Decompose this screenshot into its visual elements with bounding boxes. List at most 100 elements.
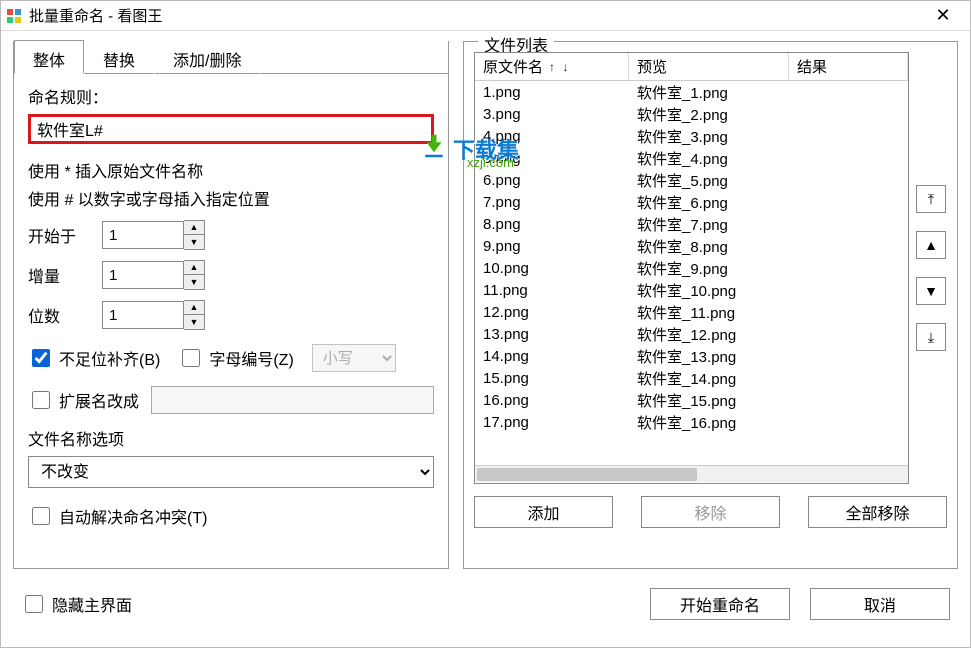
cell-result bbox=[789, 267, 908, 269]
digits-input[interactable] bbox=[102, 301, 184, 329]
cell-original: 11.png bbox=[475, 281, 629, 300]
cancel-button[interactable]: 取消 bbox=[810, 588, 950, 620]
start-up-button[interactable]: ▲ bbox=[184, 221, 204, 235]
cell-preview: 软件室_7.png bbox=[629, 213, 789, 236]
table-row[interactable]: 14.png软件室_13.png bbox=[475, 345, 908, 367]
list-container: 原文件名 ↑ ↓ 预览 结果 1.png软件室_1.png3.png软件室_2.… bbox=[474, 52, 947, 484]
table-row[interactable]: 1.png软件室_1.png bbox=[475, 81, 908, 103]
reorder-buttons: ⤒ ▲ ▼ ⤓ bbox=[915, 52, 947, 484]
step-input[interactable] bbox=[102, 261, 184, 289]
ext-input[interactable] bbox=[151, 386, 434, 414]
digits-down-button[interactable]: ▼ bbox=[184, 315, 204, 329]
cell-original: 16.png bbox=[475, 391, 629, 410]
digits-label: 位数 bbox=[28, 303, 84, 327]
move-down-button[interactable]: ▼ bbox=[916, 277, 946, 305]
cell-original: 15.png bbox=[475, 369, 629, 388]
move-down-icon: ▼ bbox=[924, 283, 938, 299]
col-original[interactable]: 原文件名 ↑ ↓ bbox=[475, 53, 629, 80]
start-down-button[interactable]: ▼ bbox=[184, 235, 204, 249]
scrollbar-thumb[interactable] bbox=[477, 468, 697, 481]
autoresolve-checkbox-input[interactable] bbox=[32, 507, 50, 525]
ext-checkbox-input[interactable] bbox=[32, 391, 50, 409]
table-row[interactable]: 6.png软件室_5.png bbox=[475, 169, 908, 191]
autoresolve-checkbox[interactable]: 自动解决命名冲突(T) bbox=[28, 504, 207, 528]
col-preview[interactable]: 预览 bbox=[629, 53, 789, 80]
nameopt-select[interactable]: 不改变 bbox=[28, 456, 434, 488]
cell-preview: 软件室_16.png bbox=[629, 411, 789, 434]
col-result[interactable]: 结果 bbox=[789, 53, 908, 80]
pad-checkbox[interactable]: 不足位补齐(B) bbox=[28, 346, 160, 370]
remove-button[interactable]: 移除 bbox=[641, 496, 780, 528]
ext-checkbox[interactable]: 扩展名改成 bbox=[28, 388, 139, 412]
alpha-checkbox-input[interactable] bbox=[182, 349, 200, 367]
table-row[interactable]: 15.png软件室_14.png bbox=[475, 367, 908, 389]
cell-original: 7.png bbox=[475, 193, 629, 212]
cell-preview: 软件室_13.png bbox=[629, 345, 789, 368]
move-up-button[interactable]: ▲ bbox=[916, 231, 946, 259]
left-panel: 整体 替换 添加/删除 命名规则： 使用 * 插入原始文件名称 使用 # 以数字… bbox=[13, 41, 449, 569]
table-row[interactable]: 9.png软件室_8.png bbox=[475, 235, 908, 257]
row-checkboxes: 不足位补齐(B) 字母编号(Z) 小写 bbox=[28, 344, 434, 372]
case-select[interactable]: 小写 bbox=[312, 344, 396, 372]
table-row[interactable]: 16.png软件室_15.png bbox=[475, 389, 908, 411]
step-down-button[interactable]: ▼ bbox=[184, 275, 204, 289]
cell-original: 13.png bbox=[475, 325, 629, 344]
window-title: 批量重命名 - 看图王 bbox=[29, 5, 162, 26]
close-icon: ✕ bbox=[935, 5, 950, 26]
table-row[interactable]: 12.png软件室_11.png bbox=[475, 301, 908, 323]
hide-main-checkbox-input[interactable] bbox=[25, 595, 43, 613]
cell-preview: 软件室_4.png bbox=[629, 147, 789, 170]
step-up-button[interactable]: ▲ bbox=[184, 261, 204, 275]
app-icon bbox=[5, 7, 23, 25]
pad-checkbox-input[interactable] bbox=[32, 349, 50, 367]
add-button[interactable]: 添加 bbox=[474, 496, 613, 528]
tabs: 整体 替换 添加/删除 bbox=[14, 40, 448, 74]
table-body[interactable]: 1.png软件室_1.png3.png软件室_2.png4.png软件室_3.p… bbox=[475, 81, 908, 465]
bottom-bar: 隐藏主界面 开始重命名 取消 bbox=[1, 577, 970, 631]
tab-replace[interactable]: 替换 bbox=[84, 40, 154, 74]
cell-original: 8.png bbox=[475, 215, 629, 234]
sort-icons[interactable]: ↑ ↓ bbox=[549, 60, 570, 74]
table-row[interactable]: 17.png软件室_16.png bbox=[475, 411, 908, 433]
hide-main-checkbox[interactable]: 隐藏主界面 bbox=[21, 592, 132, 616]
table-row[interactable]: 13.png软件室_12.png bbox=[475, 323, 908, 345]
cell-preview: 软件室_11.png bbox=[629, 301, 789, 324]
table-row[interactable]: 4.png软件室_3.png bbox=[475, 125, 908, 147]
table-row[interactable]: 3.png软件室_2.png bbox=[475, 103, 908, 125]
table-row[interactable]: 8.png软件室_7.png bbox=[475, 213, 908, 235]
cell-result bbox=[789, 311, 908, 313]
filelist-fieldset: 文件列表 原文件名 ↑ ↓ 预览 结果 1.png软件室_1.png3.png软… bbox=[463, 41, 958, 569]
tab-add-remove[interactable]: 添加/删除 bbox=[154, 40, 260, 74]
digits-up-button[interactable]: ▲ bbox=[184, 301, 204, 315]
cell-result bbox=[789, 333, 908, 335]
cell-result bbox=[789, 245, 908, 247]
remove-all-button[interactable]: 全部移除 bbox=[808, 496, 947, 528]
table-row[interactable]: 11.png软件室_10.png bbox=[475, 279, 908, 301]
row-digits: 位数 ▲ ▼ bbox=[28, 300, 434, 330]
naming-rule-input[interactable] bbox=[28, 114, 434, 144]
tab-whole[interactable]: 整体 bbox=[14, 40, 84, 74]
cell-result bbox=[789, 179, 908, 181]
cell-result bbox=[789, 289, 908, 291]
table-row[interactable]: 7.png软件室_6.png bbox=[475, 191, 908, 213]
move-bottom-button[interactable]: ⤓ bbox=[916, 323, 946, 351]
cell-preview: 软件室_5.png bbox=[629, 169, 789, 192]
start-rename-button[interactable]: 开始重命名 bbox=[650, 588, 790, 620]
start-label: 开始于 bbox=[28, 223, 84, 247]
close-button[interactable]: ✕ bbox=[920, 1, 966, 31]
ext-label: 扩展名改成 bbox=[59, 388, 139, 412]
cell-result bbox=[789, 113, 908, 115]
hide-main-label: 隐藏主界面 bbox=[52, 592, 132, 616]
horizontal-scrollbar[interactable] bbox=[475, 465, 908, 482]
file-table: 原文件名 ↑ ↓ 预览 结果 1.png软件室_1.png3.png软件室_2.… bbox=[474, 52, 909, 484]
alpha-checkbox[interactable]: 字母编号(Z) bbox=[178, 346, 293, 370]
table-row[interactable]: 5.png软件室_4.png bbox=[475, 147, 908, 169]
cell-result bbox=[789, 377, 908, 379]
cell-preview: 软件室_9.png bbox=[629, 257, 789, 280]
move-top-button[interactable]: ⤒ bbox=[916, 185, 946, 213]
cell-preview: 软件室_3.png bbox=[629, 125, 789, 148]
right-panel: 文件列表 原文件名 ↑ ↓ 预览 结果 1.png软件室_1.png3.png软… bbox=[463, 41, 958, 569]
table-row[interactable]: 10.png软件室_9.png bbox=[475, 257, 908, 279]
start-input[interactable] bbox=[102, 221, 184, 249]
cell-preview: 软件室_10.png bbox=[629, 279, 789, 302]
